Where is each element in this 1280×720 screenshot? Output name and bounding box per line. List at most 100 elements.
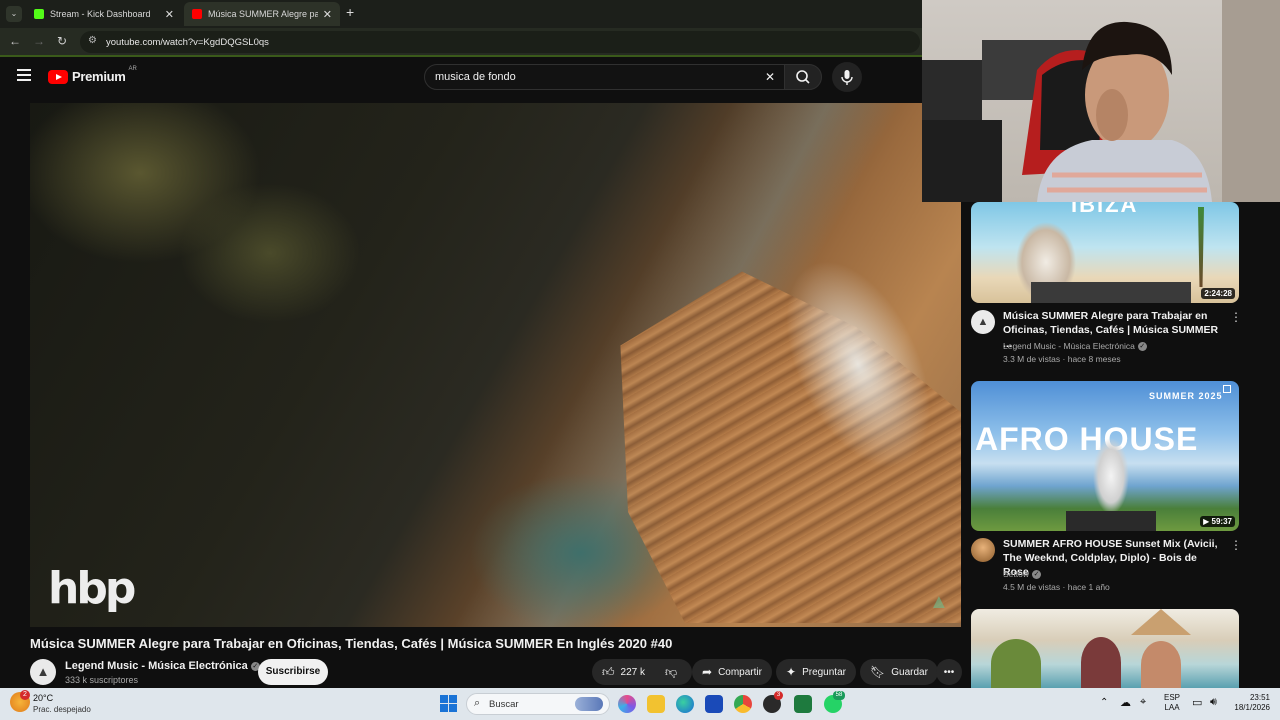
taskbar-search-input[interactable]: ⌕ Buscar xyxy=(466,693,610,715)
language-indicator[interactable]: ESP LAA xyxy=(1164,693,1180,713)
forward-arrow-icon[interactable]: → xyxy=(33,34,45,48)
search-highlight-icon xyxy=(575,697,603,711)
kick-icon xyxy=(34,9,44,19)
weather-badge: 2 xyxy=(20,690,30,700)
more-actions-button[interactable]: ••• xyxy=(936,659,962,685)
channel-name-text: Legend Music - Música Electrónica xyxy=(1003,341,1135,351)
thumbnail-person xyxy=(1081,637,1121,688)
reload-icon[interactable]: ↻ xyxy=(57,34,67,48)
youtube-play-icon xyxy=(48,69,68,84)
thumbs-down-icon[interactable]: 👎︎ xyxy=(665,665,677,680)
tab-youtube[interactable]: Música SUMMER Alegre para T ✕ xyxy=(184,2,340,26)
more-vertical-icon[interactable]: ⋮ xyxy=(1230,310,1242,324)
new-tab-button[interactable]: + xyxy=(346,4,354,20)
excel-icon[interactable] xyxy=(794,695,812,713)
subscribe-button[interactable]: Suscribirse xyxy=(258,659,328,685)
volume-icon[interactable]: 🔊︎ xyxy=(1210,696,1217,709)
thumbnail-person xyxy=(1141,641,1181,688)
chevron-up-icon[interactable]: ⌃ xyxy=(1100,697,1108,708)
search-button[interactable] xyxy=(784,64,822,90)
channel-avatar[interactable]: ▲ xyxy=(971,310,995,334)
more-horizontal-icon: ••• xyxy=(943,666,955,678)
site-info-icon[interactable]: ⚙ xyxy=(88,35,97,46)
clock[interactable]: 23:51 18/1/2026 xyxy=(1234,693,1270,713)
channel-avatar[interactable]: ▲ xyxy=(30,659,56,685)
recommendation-thumbnail[interactable]: SUMMER 2025 AFRO HOUSE ▶ 59:37 xyxy=(971,381,1239,531)
save-label: Guardar xyxy=(891,666,928,678)
search-icon xyxy=(796,70,810,84)
thumbnail-palm xyxy=(1198,207,1204,287)
url-field[interactable]: ⚙ youtube.com/watch?v=KgdDQGSL0qs xyxy=(80,31,920,53)
sparkle-icon: ✦ xyxy=(786,665,797,679)
youtube-premium-logo[interactable]: Premium AR xyxy=(48,66,137,84)
thumbnail-lamp xyxy=(1131,609,1191,635)
keyboard-layout: LAA xyxy=(1164,703,1180,712)
thumbnail-dj-figure xyxy=(1091,436,1131,516)
obs-badge: 3 xyxy=(774,691,783,700)
recommendation-thumbnail[interactable]: IBIZA 2:24:28 xyxy=(971,202,1239,303)
tab-search-chevron-icon[interactable]: ⌄ xyxy=(6,6,22,22)
channel-watermark-logo: hbp xyxy=(48,563,136,614)
tab-label: Stream - Kick Dashboard xyxy=(50,9,151,19)
ask-button[interactable]: ✦ Preguntar xyxy=(776,659,856,685)
youtube-header: Premium AR musica de fondo ✕ xyxy=(0,57,922,103)
edge-browser-icon[interactable] xyxy=(676,695,694,713)
weather-temp[interactable]: 20°C xyxy=(33,693,53,703)
chrome-icon[interactable] xyxy=(734,695,752,713)
url-text: youtube.com/watch?v=KgdDQGSL0qs xyxy=(106,36,269,48)
like-dislike-group: 👍︎ 227 k 👎︎ xyxy=(592,659,692,685)
thumbnail-dj-deck xyxy=(1066,511,1156,531)
ask-label: Preguntar xyxy=(802,666,846,678)
thumbs-up-icon[interactable]: 👍︎ xyxy=(602,665,615,680)
thumbnail-person xyxy=(991,639,1041,688)
branding-watermark-icon[interactable]: ▲ xyxy=(929,591,951,613)
tab-kick-dashboard[interactable]: Stream - Kick Dashboard ✕ xyxy=(26,2,182,26)
windows-start-icon[interactable] xyxy=(440,695,458,713)
voice-search-button[interactable] xyxy=(832,62,862,92)
clock-time: 23:51 xyxy=(1249,693,1270,702)
address-bar-row: ← → ↻ ⚙ youtube.com/watch?v=KgdDQGSL0qs xyxy=(0,28,922,56)
share-button[interactable]: ➦ Compartir xyxy=(692,659,772,685)
channel-name-text: Settow xyxy=(1003,569,1029,579)
whatsapp-badge: 58 xyxy=(833,691,845,700)
duration-badge: 2:24:28 xyxy=(1201,288,1235,299)
network-icon[interactable]: ⌖ xyxy=(1140,696,1146,709)
channel-avatar[interactable] xyxy=(971,538,995,562)
channel-name[interactable]: Legend Music - Música Electrónica ✓ xyxy=(65,660,260,672)
streamer-camera-image xyxy=(922,0,1280,202)
verified-icon: ✓ xyxy=(1032,570,1041,580)
channel-name-text: Legend Music - Música Electrónica xyxy=(65,660,248,672)
recommendation-thumbnail[interactable] xyxy=(971,609,1239,688)
search-input[interactable]: musica de fondo ✕ xyxy=(424,64,788,90)
windows-taskbar: 2 20°C Prac. despejado ⌕ Buscar 3 58 ⌃ ☁… xyxy=(0,688,1280,720)
weather-desc: Prac. despejado xyxy=(33,705,91,714)
clear-icon[interactable]: ✕ xyxy=(765,70,775,84)
search-icon: ⌕ xyxy=(474,697,481,709)
share-icon: ➦ xyxy=(702,665,713,679)
microsoft-store-icon[interactable] xyxy=(705,695,723,713)
back-arrow-icon[interactable]: ← xyxy=(9,34,21,48)
close-icon[interactable]: ✕ xyxy=(323,8,332,21)
recommendation-channel[interactable]: Settow ✓ xyxy=(1003,569,1041,580)
thumbnail-text: AFRO HOUSE xyxy=(975,421,1199,457)
tab-label: Música SUMMER Alegre para T xyxy=(208,9,318,19)
save-button[interactable]: 🔖︎ Guardar xyxy=(860,659,938,685)
share-label: Compartir xyxy=(718,666,762,678)
browser-tab-bar: ⌄ Stream - Kick Dashboard ✕ Música SUMME… xyxy=(0,0,922,28)
recommendation-channel[interactable]: Legend Music - Música Electrónica ✓ xyxy=(1003,341,1147,352)
bookmark-icon: 🔖︎ xyxy=(870,665,886,679)
clock-date: 18/1/2026 xyxy=(1234,703,1270,712)
verified-icon: ✓ xyxy=(1137,342,1147,352)
hamburger-menu-icon[interactable] xyxy=(17,69,31,81)
more-vertical-icon[interactable]: ⋮ xyxy=(1230,538,1242,552)
copilot-icon[interactable] xyxy=(618,695,636,713)
recommendation-meta: 3.3 M de vistas · hace 8 meses xyxy=(1003,354,1121,364)
search-query: musica de fondo xyxy=(435,71,516,83)
bookmark-icon[interactable] xyxy=(1223,385,1231,393)
file-explorer-icon[interactable] xyxy=(647,695,665,713)
display-icon[interactable]: ▭ xyxy=(1192,696,1202,709)
like-count[interactable]: 227 k xyxy=(621,667,645,678)
cloud-icon[interactable]: ☁ xyxy=(1120,696,1131,709)
video-player[interactable]: hbp ▲ xyxy=(30,103,961,627)
close-icon[interactable]: ✕ xyxy=(165,8,174,21)
